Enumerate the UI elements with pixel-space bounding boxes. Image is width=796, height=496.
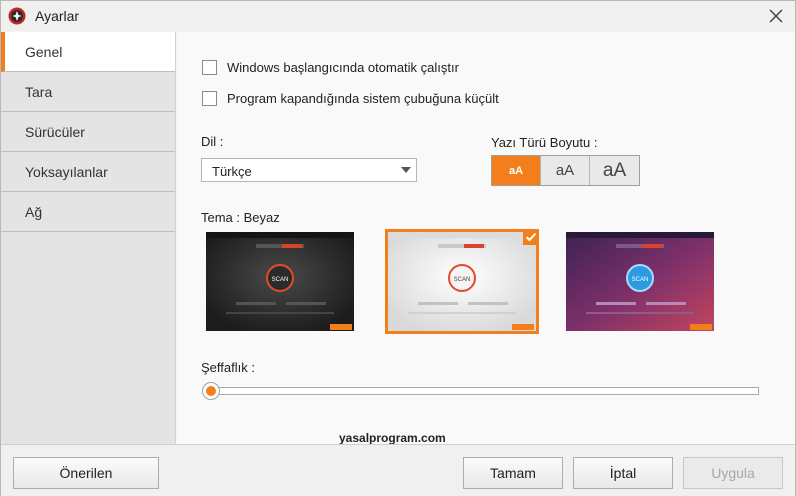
theme-label: Tema : Beyaz — [201, 210, 280, 225]
dropdown-arrow[interactable] — [396, 159, 416, 181]
transparency-slider-track[interactable] — [207, 387, 759, 395]
font-size-small-button[interactable]: aA — [492, 156, 541, 185]
theme-dark-preview: SCAN — [206, 232, 354, 331]
startup-checkbox-label: Windows başlangıcında otomatik çalıştır — [227, 60, 459, 75]
transparency-slider-thumb[interactable] — [202, 382, 220, 400]
font-size-large-button[interactable]: aA — [590, 156, 639, 185]
theme-purple-preview: SCAN — [566, 232, 714, 331]
startup-checkbox[interactable] — [202, 60, 217, 75]
theme-purple[interactable]: SCAN — [566, 232, 714, 331]
chevron-down-icon — [401, 167, 411, 173]
font-size-selector: aA aA aA — [491, 155, 640, 186]
general-settings-panel: Windows başlangıcında otomatik çalıştır … — [177, 32, 795, 444]
theme-white-preview: SCAN — [388, 232, 536, 331]
tray-checkbox-row[interactable]: Program kapandığında sistem çubuğuna küç… — [202, 91, 499, 106]
title-bar: Ayarlar — [1, 1, 795, 31]
app-logo-icon — [8, 7, 26, 25]
language-select[interactable]: Türkçe — [201, 158, 417, 182]
cancel-button[interactable]: İptal — [573, 457, 673, 489]
selected-check-badge — [523, 229, 539, 245]
recommended-button[interactable]: Önerilen — [13, 457, 159, 489]
sidebar-item-label: Yoksayılanlar — [25, 163, 108, 180]
sidebar-item-tara[interactable]: Tara — [1, 72, 175, 112]
sidebar-item-genel[interactable]: Genel — [1, 32, 175, 72]
svg-text:SCAN: SCAN — [632, 277, 649, 283]
slider-thumb-dot — [206, 386, 216, 396]
apply-button[interactable]: Uygula — [683, 457, 783, 489]
transparency-label: Şeffaflık : — [201, 360, 255, 375]
sidebar: Genel Tara Sürücüler Yoksayılanlar Ağ — [1, 32, 176, 444]
svg-text:SCAN: SCAN — [454, 277, 471, 283]
close-icon — [769, 9, 783, 23]
sidebar-item-label: Genel — [25, 43, 63, 60]
language-label: Dil : — [201, 134, 224, 149]
sidebar-item-ag[interactable]: Ağ — [1, 192, 175, 232]
theme-white[interactable]: SCAN — [385, 229, 539, 334]
close-button[interactable] — [763, 4, 789, 28]
footer-bar: Önerilen Tamam İptal Uygula — [1, 444, 795, 496]
tray-checkbox[interactable] — [202, 91, 217, 106]
tray-checkbox-label: Program kapandığında sistem çubuğuna küç… — [227, 91, 499, 106]
ok-button[interactable]: Tamam — [463, 457, 563, 489]
window-title: Ayarlar — [35, 8, 80, 24]
font-size-label: Yazı Türü Boyutu : — [491, 135, 598, 150]
sidebar-item-label: Sürücüler — [25, 123, 85, 140]
sidebar-item-yoksayilanlar[interactable]: Yoksayılanlar — [1, 152, 175, 192]
svg-text:SCAN: SCAN — [272, 277, 289, 283]
sidebar-item-label: Ağ — [25, 203, 43, 220]
check-icon — [525, 232, 537, 242]
sidebar-item-suruculer[interactable]: Sürücüler — [1, 112, 175, 152]
theme-dark[interactable]: SCAN — [206, 232, 354, 331]
startup-checkbox-row[interactable]: Windows başlangıcında otomatik çalıştır — [202, 60, 459, 75]
font-size-medium-button[interactable]: aA — [541, 156, 590, 185]
language-value: Türkçe — [212, 164, 252, 179]
settings-window: Ayarlar Genel Tara Sürücüler Yoksayılanl… — [0, 0, 796, 496]
sidebar-item-label: Tara — [25, 83, 53, 100]
watermark-text: yasalprogram.com — [339, 431, 446, 445]
